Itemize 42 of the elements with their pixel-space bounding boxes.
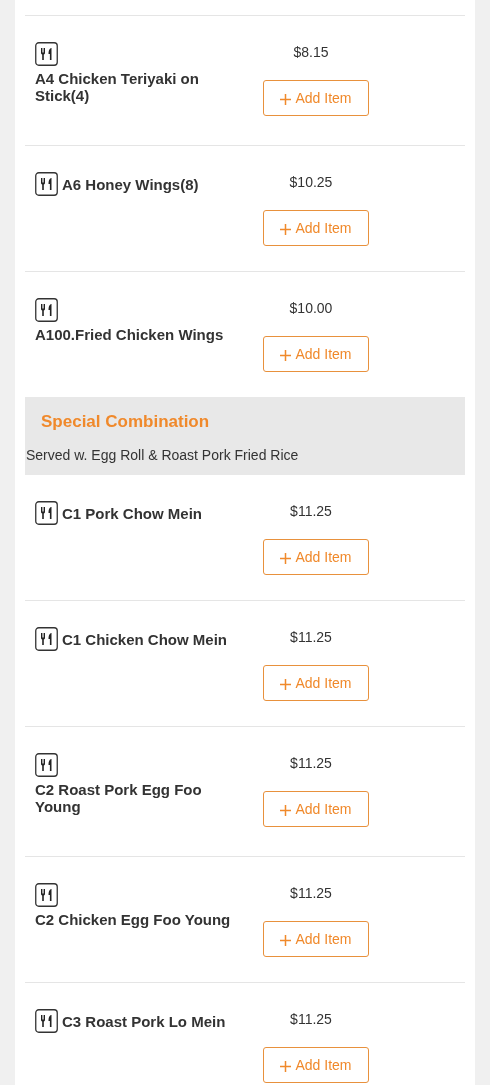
utensils-icon (35, 883, 58, 907)
add-item-button[interactable]: Add Item (263, 665, 369, 701)
utensils-icon (35, 1009, 58, 1033)
plus-icon (280, 553, 292, 564)
add-item-button[interactable]: Add Item (263, 336, 369, 372)
utensils-icon (35, 298, 58, 322)
item-price: $11.25 (289, 884, 332, 903)
add-item-button[interactable]: Add Item (263, 210, 369, 246)
item-name: C2 Roast Pork Egg Foo Young (35, 781, 203, 815)
utensils-icon (35, 627, 58, 651)
item-price: $11.25 (289, 1010, 332, 1029)
item-name: C2 Chicken Egg Foo Young (35, 911, 231, 928)
plus-icon (280, 94, 292, 105)
item-name: A6 Honey Wings(8) (62, 176, 199, 193)
utensils-icon (35, 753, 58, 777)
plus-icon (280, 679, 292, 690)
plus-icon (280, 935, 292, 946)
item-name: A100.Fried Chicken Wings (35, 326, 224, 343)
utensils-icon (35, 501, 58, 525)
plus-icon (280, 1061, 292, 1072)
add-item-button[interactable]: Add Item (263, 921, 369, 957)
item-price: $10.00 (288, 299, 333, 318)
item-name: C1 Chicken Chow Mein (62, 631, 228, 648)
plus-icon (280, 350, 292, 361)
item-name: C1 Pork Chow Mein (62, 505, 203, 522)
utensils-icon (35, 42, 58, 66)
item-price: $10.25 (288, 173, 333, 192)
add-item-button[interactable]: Add Item (263, 791, 369, 827)
add-item-button[interactable]: Add Item (263, 80, 369, 116)
category-title: Special Combination (40, 411, 211, 433)
item-price: $11.25 (289, 502, 332, 521)
plus-icon (280, 805, 292, 816)
item-name: A4 Chicken Teriyaki on Stick(4) (35, 70, 200, 104)
category-description: Served w. Egg Roll & Roast Pork Fried Rice (25, 445, 300, 465)
add-item-button[interactable]: Add Item (263, 1047, 369, 1083)
plus-icon (280, 224, 292, 235)
item-name: C3 Roast Pork Lo Mein (62, 1013, 226, 1030)
add-item-button[interactable]: Add Item (263, 539, 369, 575)
utensils-icon (35, 172, 58, 196)
item-price: $8.15 (292, 43, 329, 62)
item-price: $11.25 (289, 754, 332, 773)
item-price: $11.25 (289, 628, 332, 647)
